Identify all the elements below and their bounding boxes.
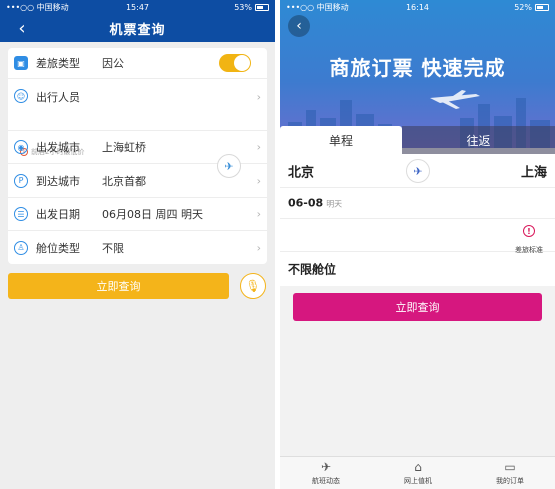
chevron-right-icon: › <box>256 140 261 154</box>
banner-slogan: 商旅订票 快速完成 <box>329 56 506 80</box>
nav-bar: ‹ 机票查询 <box>0 14 275 42</box>
pin-icon: P <box>14 173 28 188</box>
calendar-icon: ☰ <box>14 207 28 221</box>
cabin-type-label: 舱位类型 <box>36 241 80 255</box>
tab-flight-status[interactable]: ✈ 航班动态 <box>280 457 372 489</box>
chevron-right-icon: › <box>256 90 261 104</box>
departure-date-value: 06月08日 周四 明天 <box>102 208 203 221</box>
tab-one-way[interactable]: 单程 <box>280 126 402 154</box>
weekday-label: 明天 <box>326 199 343 209</box>
seat-icon: ⌂ <box>414 460 422 474</box>
arrival-city-label: 到达城市 <box>36 174 80 188</box>
clock-label: 16:14 <box>405 2 430 12</box>
departure-city-label: 出发城市 <box>36 141 80 154</box>
search-panel: 北京 ✈ 上海 06-08 明天 ! 差旅标准 不限舱位 <box>280 154 555 286</box>
cabin-type-value: 不限 <box>102 241 124 255</box>
swap-cities-button[interactable]: ✈ <box>406 159 430 183</box>
business-toggle[interactable] <box>219 54 251 72</box>
status-bar: •••○○ 中国移动 15:47 53% <box>0 0 275 14</box>
city-row: 北京 ✈ 上海 <box>280 154 555 188</box>
departure-date-label: 出发日期 <box>36 208 80 221</box>
traveler-label: 出行人员 <box>36 91 80 104</box>
search-button[interactable]: 立即查询 <box>8 273 229 299</box>
app-stage: •••○○ 中国移动 15:47 53% ‹ 机票查询 ▣ 差旅类型 因公 ☺ … <box>0 0 555 489</box>
voice-search-button[interactable]: 🎙 <box>240 273 266 299</box>
tab-online-checkin[interactable]: ⌂ 网上值机 <box>372 457 464 489</box>
cabin-row[interactable]: 不限舱位 <box>280 252 555 286</box>
trip-type-label: 差旅类型 <box>36 57 80 70</box>
search-button[interactable]: 立即查询 <box>293 293 542 321</box>
trip-mode-tabs: 单程 往返 <box>280 126 555 154</box>
search-form-card: ▣ 差旅类型 因公 ☺ 出行人员 › ! 前后2小时最低价 ◉ 出发城市 上海虹… <box>8 48 267 264</box>
cabin-type-row[interactable]: ♙ 舱位类型 不限 › <box>8 231 267 264</box>
briefcase-icon: ▣ <box>14 56 28 70</box>
standard-row: ! 差旅标准 <box>280 219 555 254</box>
plane-takeoff-icon: ✈ <box>320 460 332 474</box>
status-bar: •••○○ 中国移动 16:14 52% <box>280 0 555 14</box>
chevron-right-icon: › <box>256 174 261 187</box>
trip-type-value: 因公 <box>102 57 124 70</box>
tab-my-orders[interactable]: ▭ 我的订单 <box>464 457 555 489</box>
right-screen: •••○○ 中国移动 16:14 52% ‹ 商旅订票 快速完成 单程 往返 北… <box>280 0 555 489</box>
departure-date-row[interactable]: ☰ 出发日期 06月08日 周四 明天 › <box>8 198 267 231</box>
airplane-illustration <box>430 90 480 109</box>
battery-icon <box>535 3 549 11</box>
to-city[interactable]: 上海 <box>521 161 547 180</box>
ticket-icon: ▭ <box>504 460 516 474</box>
tab-my-orders-label: 我的订单 <box>496 477 524 485</box>
bottom-tab-bar: ✈ 航班动态 ⌂ 网上值机 ▭ 我的订单 <box>280 456 555 489</box>
swap-cities-button[interactable]: ✈ <box>217 154 241 178</box>
back-icon[interactable]: ‹ <box>12 18 32 39</box>
traveler-row[interactable]: ☺ 出行人员 › ! 前后2小时最低价 <box>8 79 267 156</box>
plane-icon: ✈ <box>224 159 234 173</box>
alert-icon: ! <box>523 225 535 237</box>
location-icon: ◉ <box>14 140 28 154</box>
person-icon: ☺ <box>14 89 28 103</box>
battery-icon <box>255 3 269 11</box>
toggle-knob <box>234 55 250 71</box>
chevron-right-icon: › <box>256 207 261 221</box>
cabin-value: 不限舱位 <box>288 262 337 277</box>
tab-round-trip[interactable]: 往返 <box>402 126 555 154</box>
trip-type-row[interactable]: ▣ 差旅类型 因公 <box>8 48 267 79</box>
departure-date: 06-08 明天 <box>288 197 342 210</box>
clock-label: 15:47 <box>125 2 150 12</box>
tab-flight-status-label: 航班动态 <box>312 477 340 485</box>
seat-icon: ♙ <box>14 240 28 255</box>
back-icon[interactable]: ‹ <box>288 15 310 37</box>
chevron-right-icon: › <box>256 241 261 254</box>
date-value: 06-08 <box>288 196 324 210</box>
from-city[interactable]: 北京 <box>288 161 314 180</box>
plane-icon: ✈ <box>413 164 423 178</box>
date-row[interactable]: 06-08 明天 <box>280 188 555 219</box>
tab-online-checkin-label: 网上值机 <box>404 477 432 485</box>
arrival-city-value: 北京首都 <box>102 174 146 188</box>
left-screen: •••○○ 中国移动 15:47 53% ‹ 机票查询 ▣ 差旅类型 因公 ☺ … <box>0 0 275 489</box>
mic-icon: 🎙 <box>245 279 261 293</box>
departure-city-value: 上海虹桥 <box>102 141 146 154</box>
page-title: 机票查询 <box>109 22 166 38</box>
